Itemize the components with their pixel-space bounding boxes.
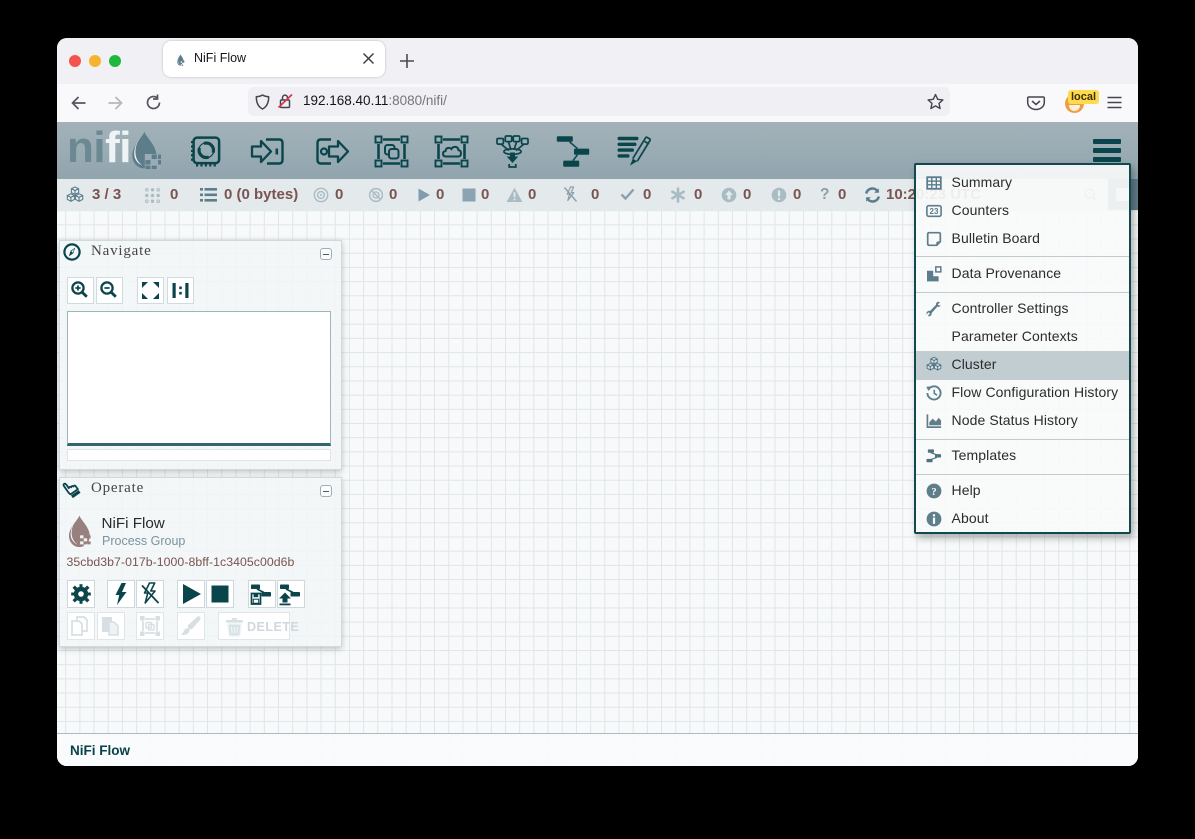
svg-text:?: ? [931,487,936,498]
svg-text:23: 23 [929,207,938,216]
